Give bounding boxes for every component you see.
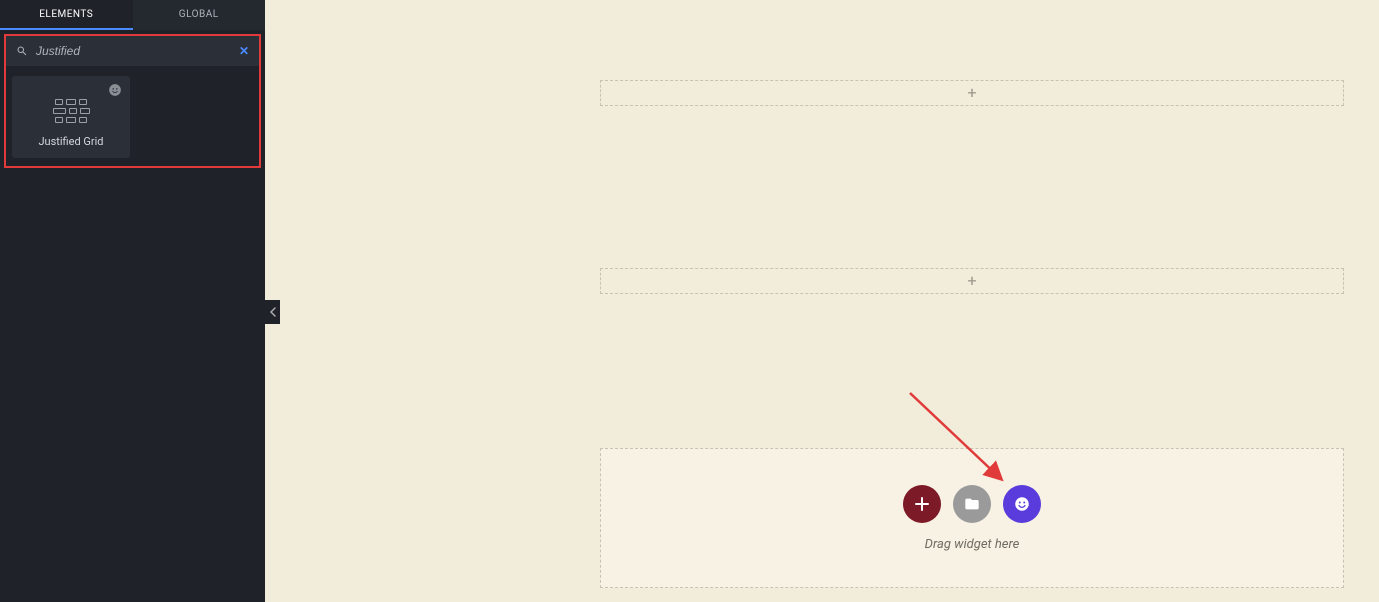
tab-global[interactable]: GLOBAL [133,0,266,30]
browse-templates-button[interactable] [953,485,991,523]
clear-search-icon[interactable]: ✕ [239,44,249,58]
add-section-row-2[interactable]: + [600,268,1344,294]
annotation-highlight-box: ✕ Justified Grid [4,34,261,168]
search-icon [16,45,28,57]
widget-label: Justified Grid [20,135,122,148]
plus-icon [915,497,929,511]
widget-search-row: ✕ [6,36,259,66]
smiley-icon [1013,495,1031,513]
tab-elements[interactable]: ELEMENTS [0,0,133,30]
sidebar-tabs: ELEMENTS GLOBAL [0,0,265,30]
widget-results: Justified Grid [6,66,259,158]
sidebar-panel: ELEMENTS GLOBAL ✕ Justified Gr [0,0,265,602]
drop-hint-text: Drag widget here [925,537,1020,552]
drop-zone-actions [903,485,1041,523]
global-widgets-button[interactable] [1003,485,1041,523]
plus-icon: + [967,85,976,101]
widget-search-input[interactable] [36,44,239,58]
folder-icon [964,496,980,512]
justified-grid-icon [53,90,90,123]
widget-justified-grid[interactable]: Justified Grid [12,76,130,158]
add-section-row-1[interactable]: + [600,80,1344,106]
add-widget-button[interactable] [903,485,941,523]
editor-canvas: + + Drag widget here [265,0,1379,602]
widget-badge-icon [108,82,122,96]
plus-icon: + [967,273,976,289]
widget-drop-zone[interactable]: Drag widget here [600,448,1344,588]
